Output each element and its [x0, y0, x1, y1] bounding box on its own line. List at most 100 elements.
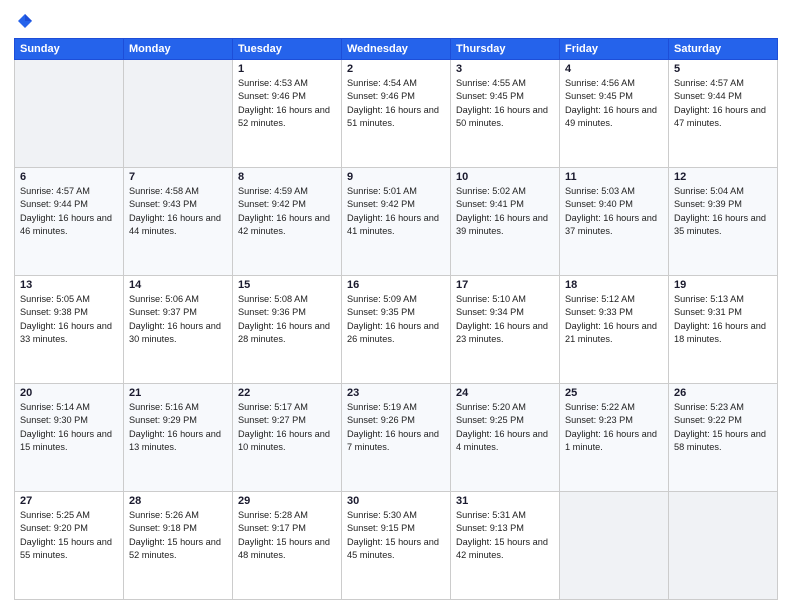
day-number: 1: [238, 63, 336, 75]
day-number: 6: [20, 171, 118, 183]
daylight-text: Daylight: 16 hours and 10 minutes.: [238, 428, 336, 455]
sunset-text: Sunset: 9:45 PM: [565, 90, 663, 103]
sunrise-text: Sunrise: 5:01 AM: [347, 185, 445, 198]
sunset-text: Sunset: 9:46 PM: [238, 90, 336, 103]
sunset-text: Sunset: 9:29 PM: [129, 414, 227, 427]
daylight-text: Daylight: 16 hours and 44 minutes.: [129, 212, 227, 239]
calendar-cell: 8Sunrise: 4:59 AMSunset: 9:42 PMDaylight…: [233, 168, 342, 276]
day-number: 22: [238, 387, 336, 399]
sunrise-text: Sunrise: 5:26 AM: [129, 509, 227, 522]
daylight-text: Daylight: 16 hours and 7 minutes.: [347, 428, 445, 455]
calendar-cell: 20Sunrise: 5:14 AMSunset: 9:30 PMDayligh…: [15, 384, 124, 492]
daylight-text: Daylight: 16 hours and 39 minutes.: [456, 212, 554, 239]
day-info: Sunrise: 5:17 AMSunset: 9:27 PMDaylight:…: [238, 401, 336, 454]
day-info: Sunrise: 5:08 AMSunset: 9:36 PMDaylight:…: [238, 293, 336, 346]
calendar-cell: 9Sunrise: 5:01 AMSunset: 9:42 PMDaylight…: [342, 168, 451, 276]
sunrise-text: Sunrise: 5:17 AM: [238, 401, 336, 414]
day-info: Sunrise: 5:03 AMSunset: 9:40 PMDaylight:…: [565, 185, 663, 238]
sunset-text: Sunset: 9:33 PM: [565, 306, 663, 319]
sunrise-text: Sunrise: 5:13 AM: [674, 293, 772, 306]
calendar-cell: 15 Sunrise: 5:08 AMSunset: 9:36 PMDayligh…: [233, 276, 342, 384]
daylight-text: Daylight: 16 hours and 18 minutes.: [674, 320, 772, 347]
day-number: 26: [674, 387, 772, 399]
day-number: 16: [347, 279, 445, 291]
day-number: 15: [238, 279, 336, 291]
day-number: 4: [565, 63, 663, 75]
sunrise-text: Sunrise: 5:22 AM: [565, 401, 663, 414]
calendar-cell: [124, 60, 233, 168]
sunset-text: Sunset: 9:42 PM: [347, 198, 445, 211]
sunset-text: Sunset: 9:13 PM: [456, 522, 554, 535]
logo-icon: [16, 12, 34, 30]
col-header-saturday: Saturday: [669, 39, 778, 60]
sunrise-text: Sunrise: 5:25 AM: [20, 509, 118, 522]
daylight-text: Daylight: 16 hours and 42 minutes.: [238, 212, 336, 239]
daylight-text: Daylight: 16 hours and 1 minute.: [565, 428, 663, 455]
col-header-monday: Monday: [124, 39, 233, 60]
calendar-cell: 3Sunrise: 4:55 AMSunset: 9:45 PMDaylight…: [451, 60, 560, 168]
day-number: 5: [674, 63, 772, 75]
day-number: 14: [129, 279, 227, 291]
day-info: Sunrise: 4:54 AMSunset: 9:46 PMDaylight:…: [347, 77, 445, 130]
sunrise-text: Sunrise: 4:57 AM: [674, 77, 772, 90]
sunrise-text: Sunrise: 4:59 AM: [238, 185, 336, 198]
sunset-text: Sunset: 9:43 PM: [129, 198, 227, 211]
calendar-cell: [15, 60, 124, 168]
day-info: Sunrise: 5:04 AMSunset: 9:39 PMDaylight:…: [674, 185, 772, 238]
sunrise-text: Sunrise: 5:23 AM: [674, 401, 772, 414]
sunset-text: Sunset: 9:38 PM: [20, 306, 118, 319]
calendar-cell: [560, 492, 669, 600]
sunset-text: Sunset: 9:22 PM: [674, 414, 772, 427]
calendar-cell: 25Sunrise: 5:22 AMSunset: 9:23 PMDayligh…: [560, 384, 669, 492]
daylight-text: Daylight: 16 hours and 28 minutes.: [238, 320, 336, 347]
sunrise-text: Sunrise: 5:28 AM: [238, 509, 336, 522]
sunrise-text: Sunrise: 5:30 AM: [347, 509, 445, 522]
calendar-cell: 26Sunrise: 5:23 AMSunset: 9:22 PMDayligh…: [669, 384, 778, 492]
day-number: 3: [456, 63, 554, 75]
day-info: Sunrise: 4:56 AMSunset: 9:45 PMDaylight:…: [565, 77, 663, 130]
page: SundayMondayTuesdayWednesdayThursdayFrid…: [0, 0, 792, 612]
logo: [14, 12, 34, 30]
day-info: Sunrise: 4:57 AMSunset: 9:44 PMDaylight:…: [674, 77, 772, 130]
sunset-text: Sunset: 9:25 PM: [456, 414, 554, 427]
calendar-cell: 5 Sunrise: 4:57 AMSunset: 9:44 PMDaylight…: [669, 60, 778, 168]
day-number: 7: [129, 171, 227, 183]
daylight-text: Daylight: 16 hours and 4 minutes.: [456, 428, 554, 455]
day-info: Sunrise: 5:16 AMSunset: 9:29 PMDaylight:…: [129, 401, 227, 454]
sunset-text: Sunset: 9:44 PM: [674, 90, 772, 103]
col-header-friday: Friday: [560, 39, 669, 60]
daylight-text: Daylight: 16 hours and 33 minutes.: [20, 320, 118, 347]
calendar-cell: 16Sunrise: 5:09 AMSunset: 9:35 PMDayligh…: [342, 276, 451, 384]
daylight-text: Daylight: 16 hours and 49 minutes.: [565, 104, 663, 131]
calendar-cell: 14 Sunrise: 5:06 AMSunset: 9:37 PMDayligh…: [124, 276, 233, 384]
day-number: 19: [674, 279, 772, 291]
day-number: 9: [347, 171, 445, 183]
daylight-text: Daylight: 16 hours and 13 minutes.: [129, 428, 227, 455]
calendar-cell: 31Sunrise: 5:31 AMSunset: 9:13 PMDayligh…: [451, 492, 560, 600]
sunrise-text: Sunrise: 5:12 AM: [565, 293, 663, 306]
sunrise-text: Sunrise: 4:54 AM: [347, 77, 445, 90]
day-info: Sunrise: 4:53 AMSunset: 9:46 PMDaylight:…: [238, 77, 336, 130]
day-number: 23: [347, 387, 445, 399]
day-info: Sunrise: 4:59 AMSunset: 9:42 PMDaylight:…: [238, 185, 336, 238]
daylight-text: Daylight: 16 hours and 50 minutes.: [456, 104, 554, 131]
calendar-cell: 4 Sunrise: 4:56 AMSunset: 9:45 PMDaylight…: [560, 60, 669, 168]
sunset-text: Sunset: 9:41 PM: [456, 198, 554, 211]
day-number: 27: [20, 495, 118, 507]
daylight-text: Daylight: 16 hours and 21 minutes.: [565, 320, 663, 347]
daylight-text: Daylight: 16 hours and 51 minutes.: [347, 104, 445, 131]
calendar-cell: 1 Sunrise: 4:53 AMSunset: 9:46 PMDaylight…: [233, 60, 342, 168]
calendar-cell: 12Sunrise: 5:04 AMSunset: 9:39 PMDayligh…: [669, 168, 778, 276]
calendar-cell: 29Sunrise: 5:28 AMSunset: 9:17 PMDayligh…: [233, 492, 342, 600]
day-info: Sunrise: 5:30 AMSunset: 9:15 PMDaylight:…: [347, 509, 445, 562]
daylight-text: Daylight: 15 hours and 55 minutes.: [20, 536, 118, 563]
sunrise-text: Sunrise: 5:19 AM: [347, 401, 445, 414]
sunset-text: Sunset: 9:46 PM: [347, 90, 445, 103]
col-header-sunday: Sunday: [15, 39, 124, 60]
day-info: Sunrise: 5:06 AMSunset: 9:37 PMDaylight:…: [129, 293, 227, 346]
calendar-cell: [669, 492, 778, 600]
sunrise-text: Sunrise: 5:03 AM: [565, 185, 663, 198]
sunrise-text: Sunrise: 4:58 AM: [129, 185, 227, 198]
sunrise-text: Sunrise: 5:16 AM: [129, 401, 227, 414]
calendar-week-4: 20Sunrise: 5:14 AMSunset: 9:30 PMDayligh…: [15, 384, 778, 492]
